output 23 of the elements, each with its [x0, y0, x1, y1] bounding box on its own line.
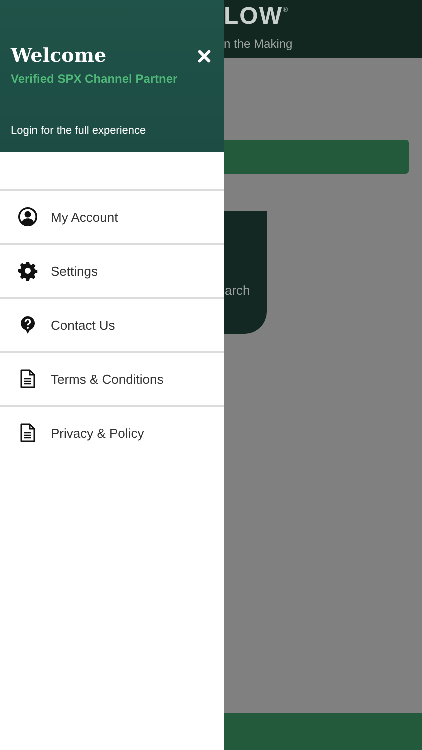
document-icon — [18, 369, 38, 389]
menu-item[interactable]: Privacy & Policy — [0, 407, 224, 459]
document-icon — [18, 423, 38, 443]
login-hint[interactable]: Login for the full experience — [11, 125, 212, 137]
search-card[interactable]: arch — [224, 211, 267, 334]
menu-label: My Account — [51, 210, 118, 224]
menu-item[interactable]: Settings — [0, 245, 224, 299]
card-label: arch — [225, 283, 250, 298]
menu-item[interactable]: Terms & Conditions — [0, 353, 224, 407]
settings-icon — [18, 261, 38, 281]
menu-item[interactable]: My Account — [0, 191, 224, 245]
menu-label: Privacy & Policy — [51, 426, 144, 440]
menu-label: Contact Us — [51, 318, 116, 332]
help-icon — [18, 315, 38, 335]
menu-item[interactable]: Contact Us — [0, 299, 224, 353]
partner-subtitle: Verified SPX Channel Partner — [11, 72, 179, 86]
menu-label: Terms & Conditions — [51, 372, 164, 386]
menu-label: Settings — [51, 264, 98, 278]
tagline: n the Making — [224, 37, 294, 51]
logo-text: LOW — [224, 4, 283, 30]
welcome-title: Welcome — [11, 44, 107, 68]
account-icon — [18, 207, 38, 227]
close-icon[interactable] — [198, 50, 211, 62]
